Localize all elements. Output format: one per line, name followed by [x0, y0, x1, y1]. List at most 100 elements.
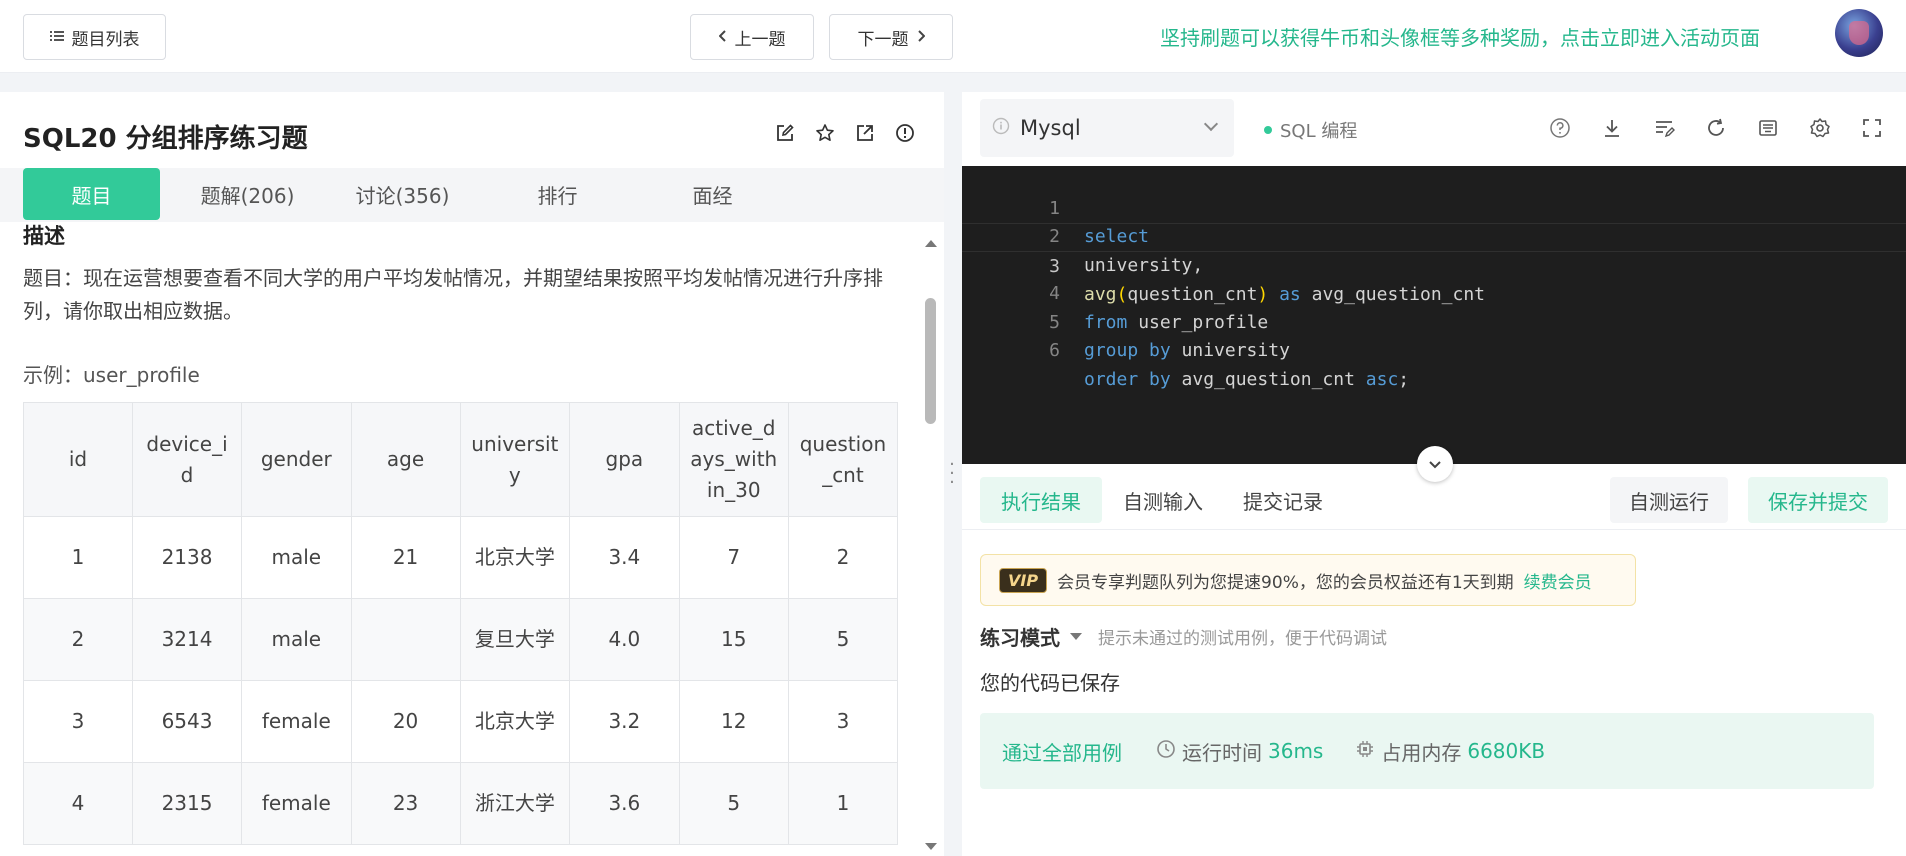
table-cell: 2: [787, 516, 898, 599]
activity-promo-link[interactable]: 坚持刷题可以获得牛币和头像框等多种奖励，点击立即进入活动页面: [1160, 22, 1760, 51]
sql-mode-tag: SQL 编程: [1264, 117, 1357, 143]
scroll-thumb[interactable]: [925, 298, 936, 424]
table-header: device_id: [132, 402, 243, 517]
tab-solutions[interactable]: 题解(206): [180, 168, 315, 220]
line-number: 6: [1049, 340, 1060, 361]
table-cell: 6543: [132, 680, 243, 763]
collapse-editor-button[interactable]: [1417, 446, 1453, 482]
table-cell: 浙江大学: [459, 762, 571, 845]
pass-status: 通过全部用例: [1002, 740, 1122, 765]
star-icon[interactable]: [814, 122, 836, 144]
table-header: question_cnt: [787, 402, 898, 517]
table-cell: 4: [23, 762, 134, 845]
tab-problem[interactable]: 题目: [23, 168, 160, 220]
cpu-chip-icon: [1355, 739, 1375, 764]
download-icon[interactable]: [1600, 116, 1624, 140]
table-cell: 复旦大学: [459, 598, 571, 681]
table-cell: 5: [678, 762, 789, 845]
problem-content: 描述 题目：现在运营想要查看不同大学的用户平均发帖情况，并期望结果按照平均发帖情…: [23, 222, 898, 856]
scroll-down-arrow-icon[interactable]: [925, 843, 937, 850]
run-test-button[interactable]: 自测运行: [1610, 477, 1728, 523]
table-row: 1 2138 male 21 北京大学 3.4 7 2: [23, 516, 898, 599]
table-cell: male: [241, 598, 352, 681]
table-header: age: [350, 402, 461, 517]
table-cell: 3: [787, 680, 898, 763]
tab-execution-result[interactable]: 执行结果: [980, 477, 1102, 523]
clock-icon: [1156, 739, 1176, 764]
table-cell: 2138: [132, 516, 243, 599]
code-line[interactable]: 5 group by university: [962, 280, 1906, 362]
editor-panel: Mysql SQL 编程 1 select 2 university, 3 av…: [962, 92, 1906, 856]
keyboard-icon[interactable]: [1756, 116, 1780, 140]
chevron-left-icon: [718, 27, 727, 47]
table-cell: 2: [23, 598, 134, 681]
table-cell: 21: [350, 516, 461, 599]
save-and-submit-button[interactable]: 保存并提交: [1748, 477, 1888, 523]
table-cell: 15: [678, 598, 789, 681]
tab-discussion[interactable]: 讨论(356): [335, 168, 470, 220]
practice-mode-dropdown[interactable]: 练习模式: [980, 622, 1060, 651]
language-select[interactable]: Mysql: [980, 99, 1234, 157]
vip-notice: VIP 会员专享判题队列为您提速90%，您的会员权益还有1天到期 续费会员: [980, 554, 1636, 606]
edit-icon[interactable]: [774, 122, 796, 144]
fullscreen-icon[interactable]: [1860, 116, 1884, 140]
tab-submission-history[interactable]: 提交记录: [1228, 477, 1338, 523]
avatar[interactable]: [1835, 9, 1883, 57]
table-cell: 3214: [132, 598, 243, 681]
tab-ranking[interactable]: 排行: [490, 168, 625, 220]
reset-icon[interactable]: [1704, 116, 1728, 140]
settings-icon[interactable]: [1808, 116, 1832, 140]
code-line[interactable]: 4 from user_profile: [962, 252, 1906, 333]
scroll-up-arrow-icon[interactable]: [925, 240, 937, 247]
problem-tabs: 题目 题解(206) 讨论(356) 排行 面经: [0, 168, 944, 222]
table-cell: 3.4: [569, 516, 680, 599]
renew-membership-link[interactable]: 续费会员: [1524, 568, 1592, 593]
prev-problem-button[interactable]: 上一题: [690, 14, 814, 60]
memory-value: 6680KB: [1467, 739, 1546, 763]
table-cell: 北京大学: [459, 680, 571, 763]
table-header: gender: [241, 402, 352, 517]
panel-resize-handle[interactable]: · · ·: [944, 456, 960, 492]
editor-toolbar: Mysql SQL 编程: [962, 92, 1906, 164]
table-cell: 20: [350, 680, 461, 763]
format-code-icon[interactable]: [1652, 116, 1676, 140]
prev-problem-label: 上一题: [734, 29, 786, 50]
problem-title: SQL20 分组排序练习题: [23, 124, 308, 154]
example-label: 示例：user_profile: [23, 363, 200, 387]
description-text: 题目：现在运营想要查看不同大学的用户平均发帖情况，并期望结果按照平均发帖情况进行…: [23, 266, 883, 323]
code-line[interactable]: 1 select: [962, 166, 1906, 248]
code-text: order by avg_question_cnt asc;: [1084, 368, 1410, 390]
tab-custom-input[interactable]: 自测输入: [1108, 477, 1218, 523]
code-line-current[interactable]: 3 avg(question_cnt) as avg_question_cnt: [962, 223, 1906, 305]
caret-down-icon[interactable]: [1070, 633, 1082, 640]
chevron-down-icon: [1428, 455, 1442, 474]
table-cell: 5: [787, 598, 898, 681]
table-cell: female: [241, 680, 352, 763]
problem-list-label: 题目列表: [71, 29, 140, 50]
table-row: 2 3214 male 复旦大学 4.0 15 5: [23, 598, 898, 681]
next-problem-button[interactable]: 下一题: [829, 14, 953, 60]
table-cell: 北京大学: [459, 516, 571, 599]
runtime-value: 36ms: [1268, 739, 1324, 763]
help-icon[interactable]: [1548, 116, 1572, 140]
problem-list-button[interactable]: 题目列表: [23, 14, 166, 60]
language-value: Mysql: [1020, 116, 1081, 140]
result-summary: 通过全部用例 运行时间 36ms 占用内存 6680KB: [980, 713, 1874, 789]
next-problem-label: 下一题: [857, 29, 909, 50]
top-bar: 题目列表 上一题 下一题 坚持刷题可以获得牛币和头像框等多种奖励，点击立即进入活…: [0, 0, 1906, 73]
chevron-right-icon: [917, 27, 925, 47]
external-link-icon[interactable]: [854, 122, 876, 144]
code-line[interactable]: 2 university,: [962, 195, 1906, 276]
runtime-label: 运行时间: [1182, 740, 1262, 765]
content-scrollbar[interactable]: [922, 240, 938, 850]
report-icon[interactable]: [894, 122, 916, 144]
code-editor[interactable]: 1 select 2 university, 3 avg(question_cn…: [962, 166, 1906, 464]
vip-badge: VIP: [999, 567, 1048, 593]
table-cell: female: [241, 762, 352, 845]
table-cell: 1: [787, 762, 898, 845]
table-cell: 3.2: [569, 680, 680, 763]
code-line[interactable]: 6 order by avg_question_cnt asc;: [962, 309, 1906, 390]
tab-interview[interactable]: 面经: [645, 168, 780, 220]
info-icon: [992, 116, 1010, 140]
problem-panel: SQL20 分组排序练习题 题目 题解(206) 讨论(356) 排行 面经 描…: [0, 92, 944, 856]
